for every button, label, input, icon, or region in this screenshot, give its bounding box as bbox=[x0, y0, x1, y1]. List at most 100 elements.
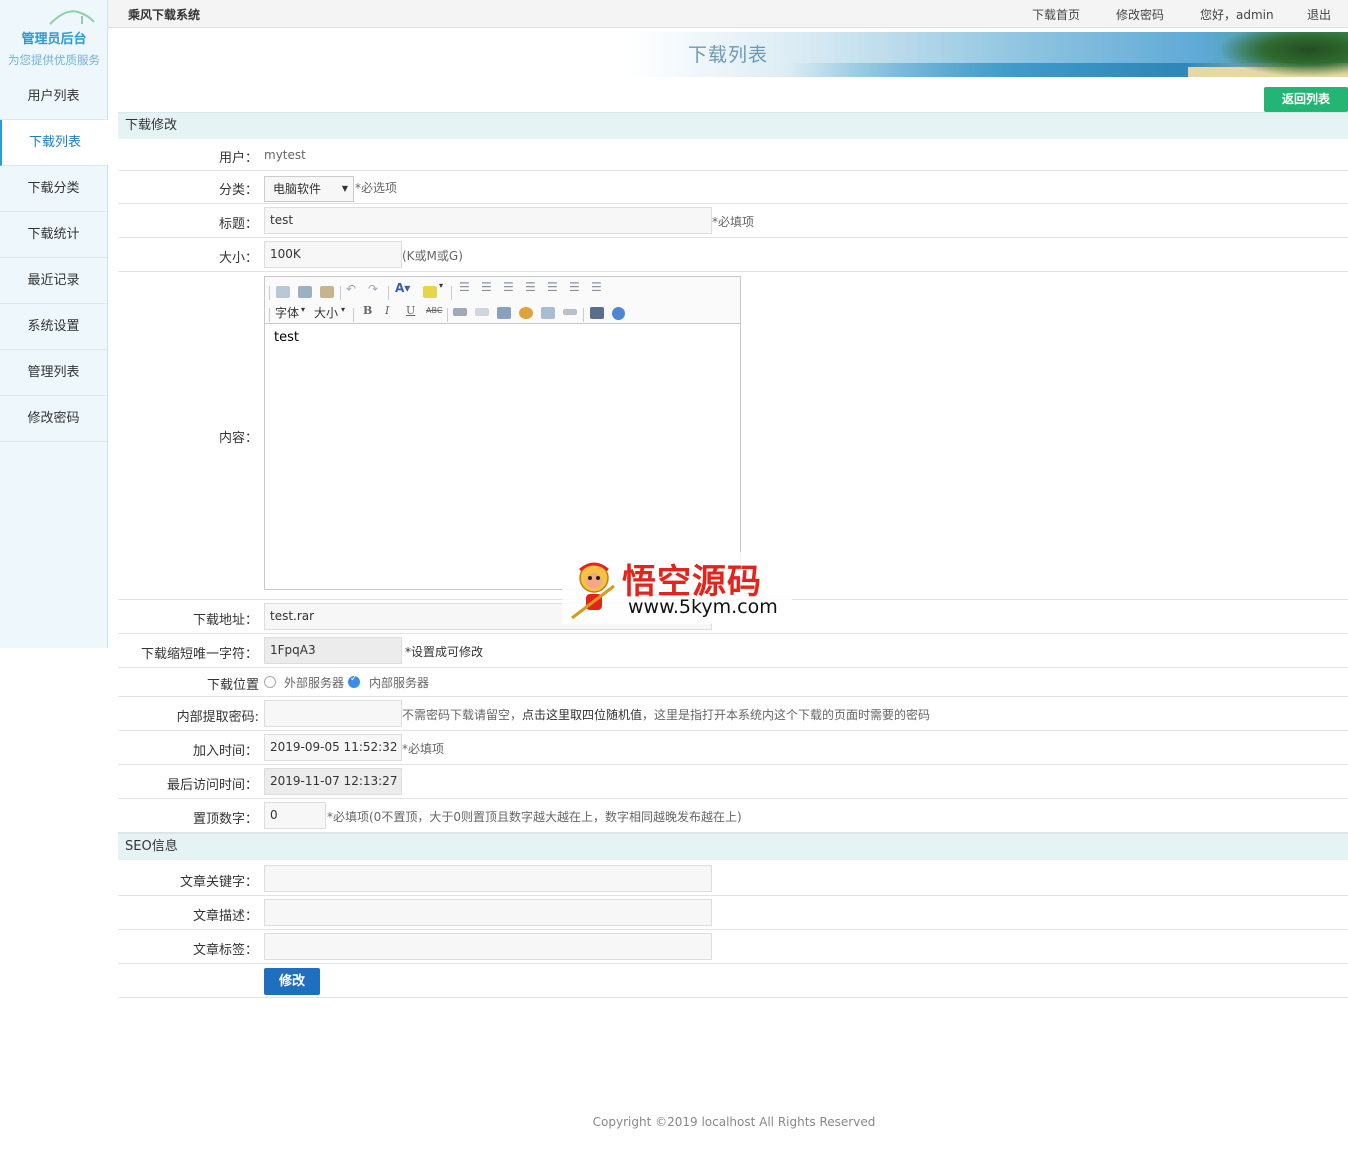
category-select[interactable]: 电脑软件 ▼ bbox=[264, 176, 354, 202]
monkey-mascot-icon bbox=[571, 562, 615, 620]
link-icon[interactable] bbox=[453, 308, 467, 316]
source-icon[interactable] bbox=[276, 286, 290, 298]
radio-external-server-label[interactable]: 外部服务器 bbox=[284, 674, 344, 691]
font-color-icon[interactable]: A▾ bbox=[395, 281, 410, 295]
chevron-down-icon: ▾ bbox=[301, 305, 306, 314]
outdent-icon[interactable]: ☰ bbox=[503, 280, 514, 294]
sidebar-brand: 管理员后台 为您提供优质服务 bbox=[0, 0, 107, 74]
sidebar-subtitle: 为您提供优质服务 bbox=[8, 53, 100, 67]
keywords-label: 文章关键字： bbox=[179, 875, 258, 890]
top-bar: 乘风下载系统 下载首页 修改密码 您好，admin 退出 bbox=[108, 0, 1348, 28]
strikethrough-icon[interactable]: ABC bbox=[426, 306, 442, 315]
unlink-icon[interactable] bbox=[475, 308, 489, 316]
keywords-input[interactable] bbox=[264, 865, 712, 892]
unordered-list-icon[interactable]: ☰ bbox=[481, 280, 492, 294]
add-time-label: 加入时间： bbox=[192, 744, 258, 759]
row-title: 标题： test *必填项 bbox=[118, 204, 1348, 238]
short-code-input[interactable]: 1FpqA3 bbox=[264, 637, 402, 664]
user-value: mytest bbox=[264, 148, 306, 162]
paste-icon[interactable] bbox=[320, 286, 334, 298]
content-label: 内容： bbox=[218, 431, 258, 446]
description-input[interactable] bbox=[264, 899, 712, 926]
sidebar-item-categories[interactable]: 下载分类 bbox=[0, 166, 107, 212]
page-banner: 下载列表 bbox=[108, 32, 1348, 77]
download-home-link[interactable]: 下载首页 bbox=[1032, 6, 1080, 23]
chevron-down-icon[interactable]: ▾ bbox=[439, 281, 443, 290]
indent-icon[interactable]: ☰ bbox=[525, 280, 536, 294]
horizontal-rule-icon[interactable] bbox=[563, 309, 577, 315]
highlight-color-icon[interactable] bbox=[423, 286, 437, 298]
radio-external-server[interactable] bbox=[264, 676, 276, 688]
row-keywords: 文章关键字： bbox=[118, 860, 1348, 896]
row-top-number: 置顶数字： 0 *必填项(0不置顶，大于0则置顶且数字越大越在上，数字相同越晚发… bbox=[118, 799, 1348, 833]
row-category: 分类： 电脑软件 ▼ *必选项 bbox=[118, 171, 1348, 204]
preview-icon[interactable] bbox=[298, 286, 312, 298]
sidebar-item-stats[interactable]: 下载统计 bbox=[0, 212, 107, 258]
underline-icon[interactable]: U bbox=[406, 304, 415, 317]
table-icon[interactable] bbox=[541, 307, 555, 319]
editor-content[interactable]: test bbox=[265, 324, 740, 351]
category-label: 分类： bbox=[218, 183, 258, 198]
size-label: 大小： bbox=[218, 251, 258, 266]
add-time-hint: *必填项 bbox=[402, 742, 445, 756]
extract-password-input[interactable] bbox=[264, 700, 402, 727]
short-code-label: 下载缩短唯一字符： bbox=[140, 647, 258, 662]
size-hint: (K或M或G) bbox=[402, 249, 463, 263]
footer-copyright: Copyright ©2019 localhost All Rights Res… bbox=[592, 1115, 876, 1129]
row-content: 内容： ↶ ↷ A▾ ▾ ☰ ☰ ☰ ☰ ☰ ☰ ☰ 字体 ▾ 大小 ▾ B I… bbox=[118, 272, 1348, 600]
font-size-dropdown[interactable]: 大小 bbox=[314, 304, 338, 321]
top-number-label: 置顶数字： bbox=[192, 812, 258, 827]
editor-toolbar: ↶ ↷ A▾ ▾ ☰ ☰ ☰ ☰ ☰ ☰ ☰ 字体 ▾ 大小 ▾ B I U A… bbox=[265, 277, 740, 324]
size-input[interactable]: 100K bbox=[264, 241, 402, 268]
image-icon[interactable] bbox=[497, 307, 511, 319]
tags-label: 文章标签： bbox=[192, 943, 258, 958]
last-visit-input[interactable]: 2019-11-07 12:13:27 bbox=[264, 768, 402, 795]
undo-icon[interactable]: ↶ bbox=[346, 282, 356, 296]
radio-internal-server-label[interactable]: 内部服务器 bbox=[369, 674, 429, 691]
random-password-link[interactable]: 点击这里取四位随机值 bbox=[522, 708, 642, 722]
row-description: 文章描述： bbox=[118, 896, 1348, 930]
radio-internal-server[interactable] bbox=[348, 674, 360, 688]
top-number-input[interactable]: 0 bbox=[264, 802, 326, 829]
sidebar-item-users[interactable]: 用户列表 bbox=[0, 74, 107, 120]
ordered-list-icon[interactable]: ☰ bbox=[459, 280, 470, 294]
save-icon[interactable] bbox=[590, 307, 604, 319]
row-tags: 文章标签： bbox=[118, 930, 1348, 964]
title-input[interactable]: test bbox=[264, 207, 712, 234]
row-submit: 修改 bbox=[118, 964, 1348, 998]
row-extract-password: 内部提取密码: 不需密码下载请留空，点击这里取四位随机值，这里是指打开本系统内这… bbox=[118, 697, 1348, 731]
sidebar-item-password[interactable]: 修改密码 bbox=[0, 396, 107, 442]
bold-icon[interactable]: B bbox=[363, 304, 372, 317]
font-family-dropdown[interactable]: 字体 bbox=[275, 304, 299, 321]
add-time-input[interactable]: 2019-09-05 11:52:32 bbox=[264, 734, 402, 761]
sidebar-item-settings[interactable]: 系统设置 bbox=[0, 304, 107, 350]
sidebar-item-admins[interactable]: 管理列表 bbox=[0, 350, 107, 396]
align-right-icon[interactable]: ☰ bbox=[591, 280, 602, 294]
user-label: 用户： bbox=[218, 151, 258, 166]
tags-input[interactable] bbox=[264, 933, 712, 960]
back-to-list-button[interactable]: 返回列表 bbox=[1264, 87, 1348, 112]
rich-text-editor[interactable]: ↶ ↷ A▾ ▾ ☰ ☰ ☰ ☰ ☰ ☰ ☰ 字体 ▾ 大小 ▾ B I U A… bbox=[264, 276, 741, 590]
chevron-down-icon: ▼ bbox=[341, 184, 348, 193]
sidebar-item-recent[interactable]: 最近记录 bbox=[0, 258, 107, 304]
submit-modify-button[interactable]: 修改 bbox=[264, 968, 320, 995]
title-hint: *必填项 bbox=[712, 215, 755, 229]
redo-icon[interactable]: ↷ bbox=[368, 282, 378, 296]
align-left-icon[interactable]: ☰ bbox=[547, 280, 558, 294]
logout-link[interactable]: 退出 bbox=[1307, 6, 1331, 23]
section-seo: SEO信息 bbox=[118, 833, 1348, 860]
align-center-icon[interactable]: ☰ bbox=[569, 280, 580, 294]
help-icon[interactable] bbox=[612, 307, 625, 320]
emoticon-icon[interactable] bbox=[519, 307, 533, 319]
extract-password-label: 内部提取密码: bbox=[176, 710, 259, 725]
change-password-link[interactable]: 修改密码 bbox=[1116, 6, 1164, 23]
sidebar: 管理员后台 为您提供优质服务 用户列表 下载列表 下载分类 下载统计 最近记录 … bbox=[0, 0, 108, 648]
page-title: 下载列表 bbox=[688, 44, 769, 66]
chevron-down-icon: ▾ bbox=[341, 305, 346, 314]
description-label: 文章描述： bbox=[192, 909, 258, 924]
section-edit-download: 下载修改 bbox=[118, 112, 1348, 139]
system-name: 乘风下载系统 bbox=[128, 8, 201, 22]
download-url-label: 下载地址： bbox=[192, 613, 258, 628]
italic-icon[interactable]: I bbox=[385, 304, 389, 317]
sidebar-item-downloads[interactable]: 下载列表 bbox=[0, 120, 108, 166]
